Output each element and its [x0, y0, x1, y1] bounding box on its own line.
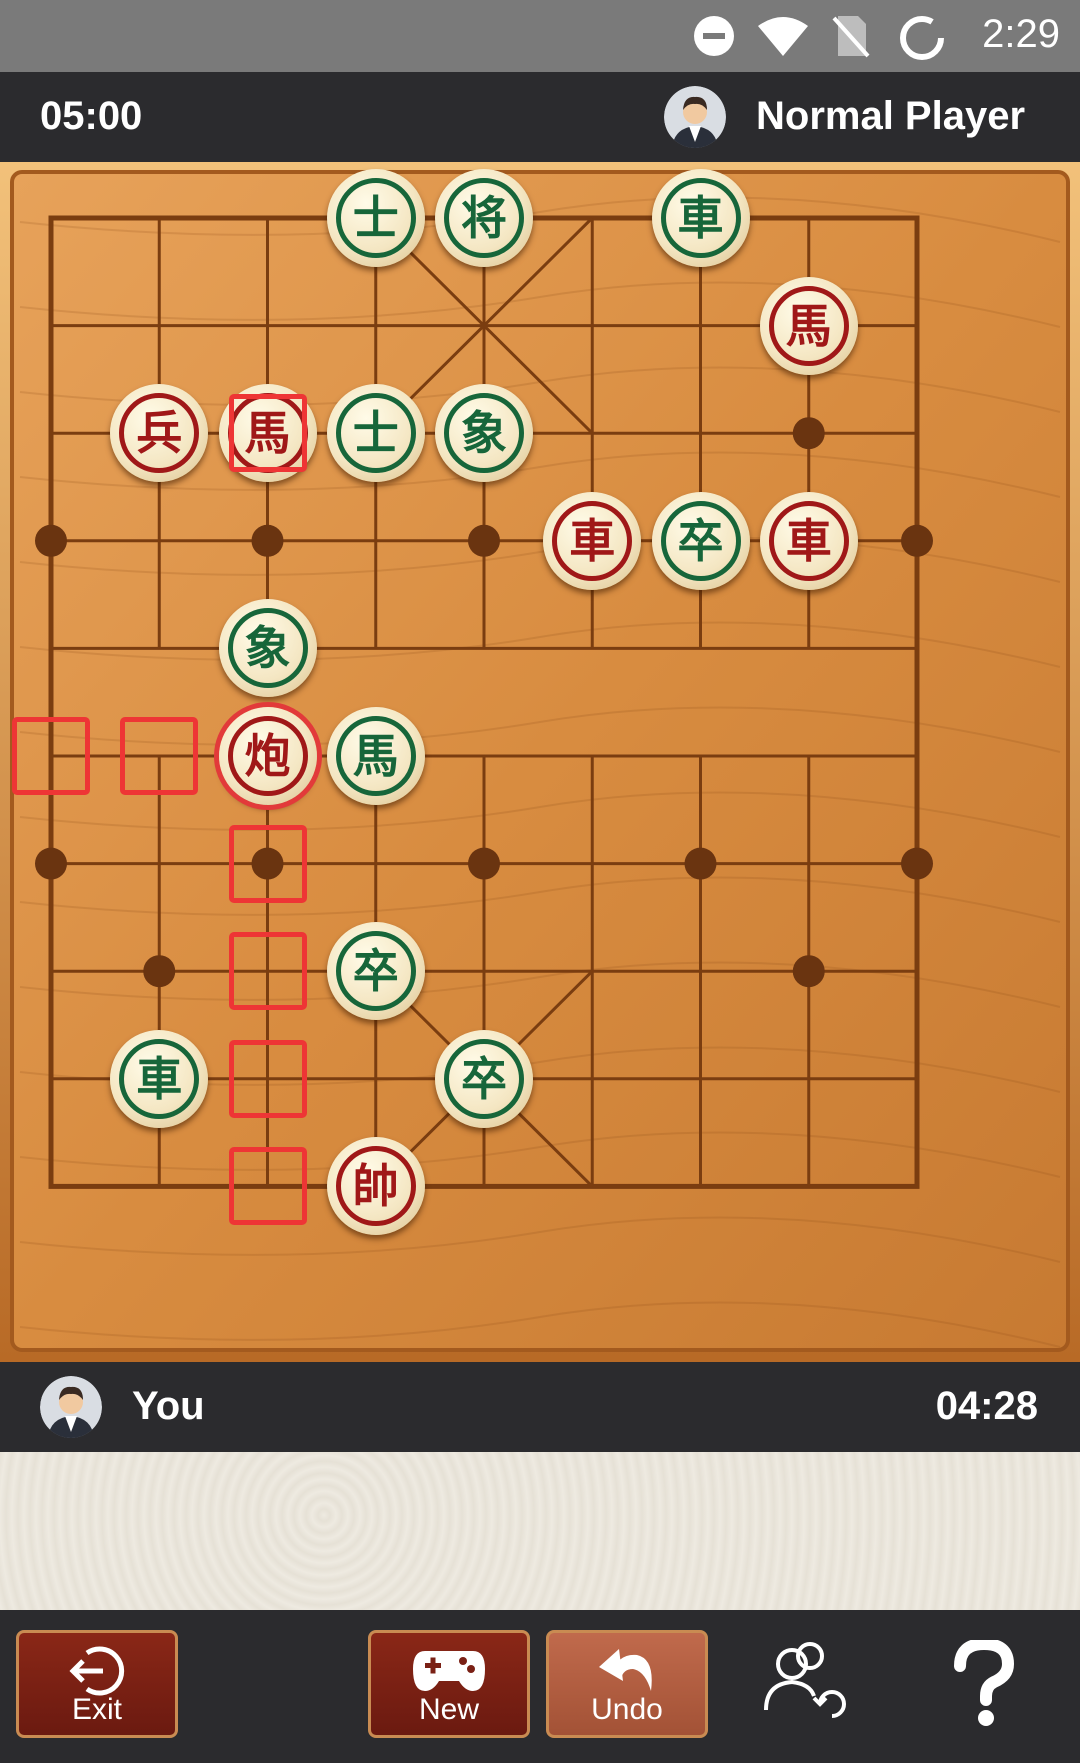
move-target-marker[interactable]: [228, 1039, 307, 1118]
piece-glyph: 将: [461, 191, 507, 245]
status-bar: 2:29: [0, 0, 1080, 72]
piece-green[interactable]: 象: [218, 599, 317, 698]
piece-glyph: 車: [677, 191, 724, 245]
texture-panel: [0, 1452, 1080, 1610]
piece-green[interactable]: 車: [110, 1029, 209, 1128]
player-name: You: [132, 1384, 205, 1428]
piece-glyph: 卒: [352, 944, 399, 999]
piece-glyph: 士: [352, 191, 399, 245]
piece-red[interactable]: 馬: [759, 276, 858, 375]
do-not-disturb-icon: [694, 16, 734, 56]
piece-glyph: 馬: [785, 298, 832, 353]
piece-green[interactable]: 将: [435, 169, 533, 267]
new-game-button[interactable]: New: [368, 1630, 530, 1738]
no-sim-icon: [832, 16, 870, 58]
move-target-marker[interactable]: [228, 1147, 307, 1226]
start-point-dot: [35, 847, 67, 880]
player-avatar-icon: [40, 1376, 102, 1438]
piece-glyph: 卒: [461, 1051, 507, 1106]
exit-button[interactable]: Exit: [16, 1630, 178, 1738]
exit-icon: [69, 1646, 125, 1696]
piece-green[interactable]: 卒: [435, 1029, 533, 1128]
piece-glyph: 車: [785, 513, 832, 568]
piece-glyph: 象: [244, 621, 291, 676]
piece-green[interactable]: 士: [326, 384, 425, 483]
piece-glyph: 炮: [244, 729, 291, 783]
opponent-timer: 05:00: [40, 94, 143, 138]
piece-green[interactable]: 卒: [651, 491, 750, 590]
player-timer: 04:28: [935, 1384, 1038, 1428]
move-target-marker[interactable]: [228, 394, 307, 473]
start-point-dot: [792, 955, 825, 988]
piece-green[interactable]: 士: [326, 169, 425, 267]
piece-red[interactable]: 車: [543, 491, 642, 590]
start-point-dot: [251, 524, 284, 557]
game-board[interactable]: 士将車馬兵馬士象車卒車象炮馬卒車卒帥: [0, 162, 1080, 1362]
status-time: 2:29: [982, 12, 1060, 56]
start-point-dot: [901, 847, 933, 880]
piece-red[interactable]: 兵: [110, 384, 209, 483]
move-target-marker[interactable]: [12, 717, 90, 795]
piece-red[interactable]: 帥: [326, 1137, 425, 1236]
opponent-avatar-icon: [664, 86, 726, 148]
move-target-marker[interactable]: [228, 932, 307, 1011]
opponent-name: Normal Player: [756, 94, 1026, 138]
undo-button[interactable]: Undo: [546, 1630, 708, 1738]
piece-green[interactable]: 卒: [326, 922, 425, 1021]
move-target-marker[interactable]: [120, 717, 199, 795]
piece-glyph: 車: [569, 513, 616, 568]
start-point-dot: [684, 847, 717, 880]
piece-red[interactable]: 炮: [218, 707, 317, 805]
piece-glyph: 卒: [677, 513, 724, 568]
start-point-dot: [35, 524, 67, 557]
start-point-dot: [901, 524, 933, 557]
new-label: New: [418, 1693, 479, 1726]
piece-green[interactable]: 象: [435, 384, 533, 483]
wifi-icon: [758, 17, 808, 56]
undo-icon: [599, 1649, 652, 1691]
exit-label: Exit: [71, 1693, 122, 1726]
gamepad-icon: [413, 1651, 485, 1691]
piece-glyph: 馬: [352, 729, 399, 783]
start-point-dot: [468, 524, 500, 557]
start-point-dot: [143, 955, 176, 988]
piece-glyph: 士: [352, 406, 399, 461]
help-icon[interactable]: [950, 1640, 1018, 1728]
start-point-dot: [792, 417, 825, 450]
piece-glyph: 兵: [136, 406, 183, 461]
player-bar: You 04:28: [0, 1362, 1080, 1452]
move-target-marker[interactable]: [228, 824, 307, 903]
piece-glyph: 車: [136, 1051, 183, 1106]
piece-red[interactable]: 車: [759, 491, 858, 590]
bottom-toolbar: Exit New Undo: [0, 1610, 1080, 1763]
piece-green[interactable]: 馬: [326, 707, 425, 805]
undo-label: Undo: [591, 1693, 663, 1726]
start-point-dot: [468, 847, 500, 880]
loading-icon: [900, 16, 944, 60]
piece-green[interactable]: 車: [651, 169, 750, 267]
opponent-bar: 05:00 Normal Player: [0, 72, 1080, 162]
piece-glyph: 象: [461, 406, 507, 461]
switch-players-icon[interactable]: [762, 1640, 846, 1724]
piece-glyph: 帥: [352, 1159, 399, 1214]
